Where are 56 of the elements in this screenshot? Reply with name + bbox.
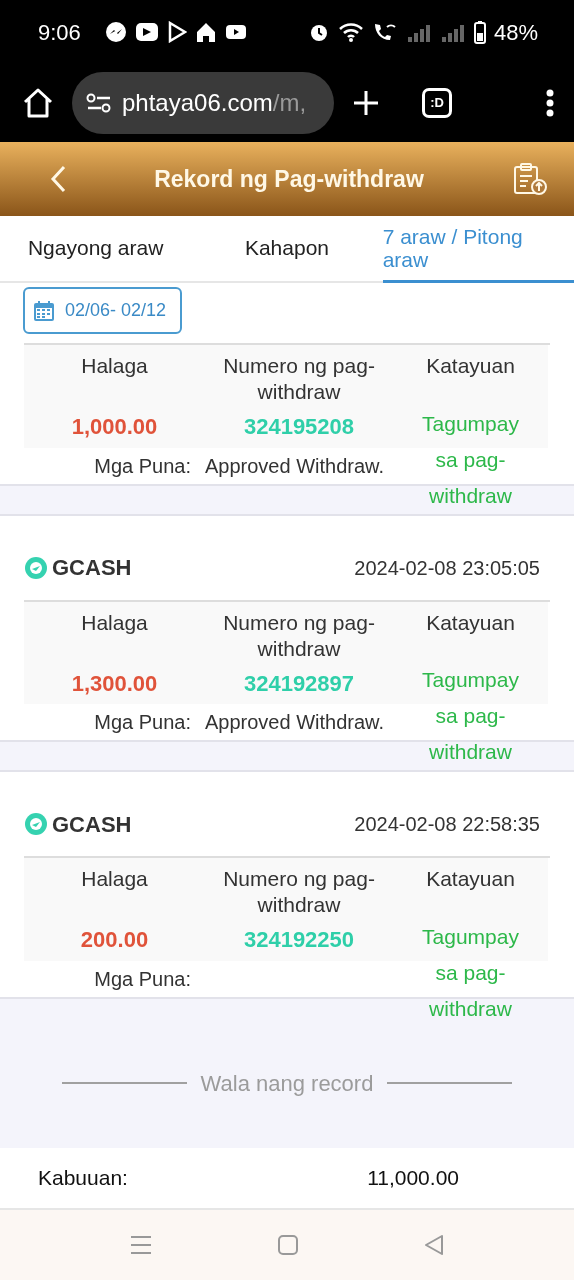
plus-icon[interactable] bbox=[352, 89, 380, 117]
play-triangle-icon bbox=[166, 21, 187, 43]
wifi-icon bbox=[337, 21, 364, 43]
remarks-text: Approved Withdraw. bbox=[205, 453, 385, 479]
wallet-logo-icon bbox=[24, 555, 48, 580]
provider-name: GCASH bbox=[52, 554, 132, 582]
record-time: 2024-02-08 22:58:35 bbox=[354, 812, 541, 837]
column-header: Katayuan bbox=[425, 866, 516, 892]
status-text: Tagumpay sa pag-withdraw bbox=[421, 923, 520, 1022]
withdraw-number: 324192897 bbox=[242, 669, 356, 698]
tab[interactable]: Kahapon bbox=[191, 216, 383, 283]
back-icon[interactable] bbox=[424, 1234, 444, 1256]
wallet-logo-icon bbox=[24, 812, 48, 836]
address-bar[interactable]: phtaya06.com/m, bbox=[72, 72, 334, 134]
home-button-icon[interactable] bbox=[278, 1235, 298, 1255]
calendar-icon bbox=[33, 299, 55, 322]
home-icon[interactable] bbox=[22, 87, 54, 119]
column-header: Numero ng pag-withdraw bbox=[222, 609, 376, 662]
record-time: 2024-02-08 23:05:05 bbox=[354, 555, 541, 581]
remarks-label: Mga Puna: bbox=[93, 710, 192, 735]
column-header: Numero ng pag-withdraw bbox=[222, 353, 376, 406]
battery-icon bbox=[473, 20, 486, 44]
remarks-label: Mga Puna: bbox=[93, 966, 192, 992]
url-text: phtaya06.com/m, bbox=[122, 88, 307, 118]
total-label: Kabuuan: bbox=[38, 1165, 128, 1192]
home-icon bbox=[194, 21, 217, 43]
amount-value: 1,000.00 bbox=[70, 413, 159, 441]
column-header: Numero ng pag-withdraw bbox=[222, 866, 376, 919]
tabs-button[interactable]: :D bbox=[422, 88, 452, 118]
chat-bubble-icon bbox=[104, 21, 127, 43]
status-text: Tagumpay sa pag-withdraw bbox=[421, 667, 520, 765]
amount-value: 1,300.00 bbox=[70, 669, 159, 698]
remarks-text: Approved Withdraw. bbox=[205, 710, 385, 735]
clock-time: 9:06 bbox=[38, 18, 81, 47]
tune-icon[interactable] bbox=[86, 92, 112, 114]
provider-name: GCASH bbox=[52, 810, 132, 839]
play-box-icon bbox=[134, 21, 159, 43]
remarks-label: Mga Puna: bbox=[93, 453, 192, 479]
end-of-list-text: Wala nang record bbox=[200, 1069, 374, 1098]
withdraw-number: 324195208 bbox=[242, 413, 356, 441]
column-header: Katayuan bbox=[425, 353, 516, 379]
date-range-picker[interactable]: 02/06- 02/12 bbox=[23, 287, 183, 334]
column-header: Halaga bbox=[80, 866, 149, 892]
clipboard-upload-icon[interactable] bbox=[512, 162, 548, 196]
menu-icon[interactable] bbox=[546, 89, 554, 117]
withdraw-number: 324192250 bbox=[242, 926, 356, 954]
total-value: 11,000.00 bbox=[367, 1165, 459, 1192]
column-header: Halaga bbox=[80, 609, 149, 636]
column-header: Katayuan bbox=[425, 609, 516, 636]
status-text: Tagumpay sa pag-withdraw bbox=[421, 410, 520, 509]
column-header: Halaga bbox=[80, 353, 149, 379]
recent-apps-icon[interactable] bbox=[130, 1235, 152, 1255]
page-title: Rekord ng Pag-withdraw bbox=[153, 164, 425, 194]
tab[interactable]: Ngayong araw bbox=[0, 216, 192, 283]
amount-value: 200.00 bbox=[79, 926, 150, 954]
battery-percent: 48% bbox=[493, 18, 538, 47]
